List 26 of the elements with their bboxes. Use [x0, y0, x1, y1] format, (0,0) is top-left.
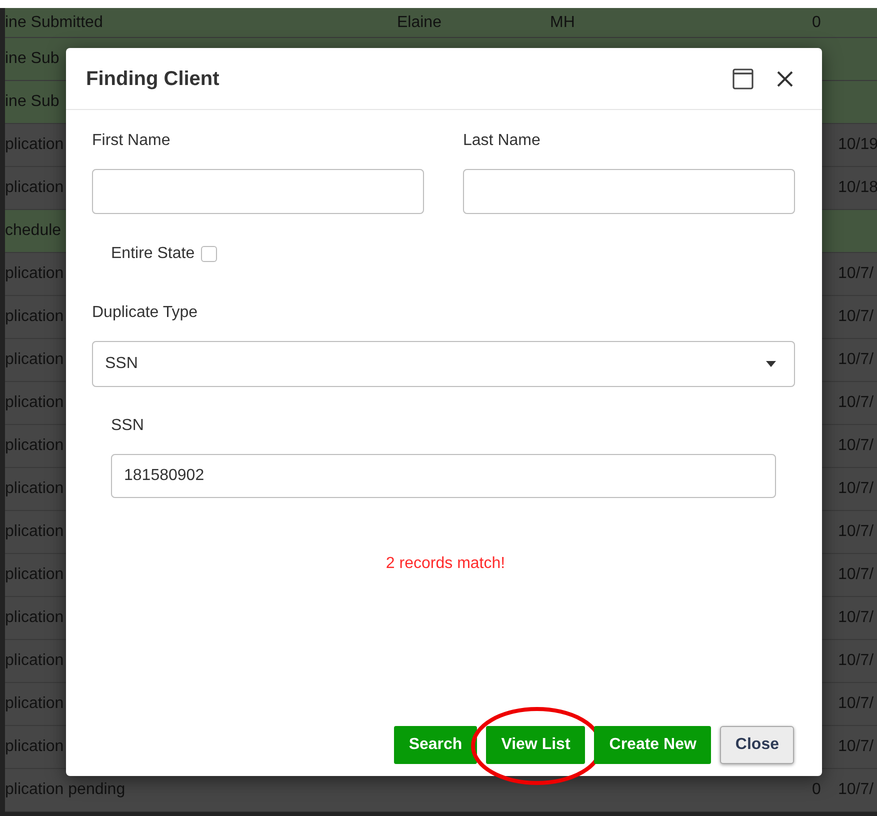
last-name-field[interactable]: [463, 169, 795, 214]
table-cell: ine Sub: [5, 50, 60, 67]
checkbox-label: Entire State: [111, 244, 195, 264]
action-button[interactable]: Search: [394, 726, 478, 764]
maximize-icon[interactable]: [732, 68, 754, 90]
table-cell: ine Submitted: [5, 14, 103, 30]
table-cell: MH: [550, 14, 575, 30]
entire-state-checkbox[interactable]: [200, 246, 217, 262]
action-button[interactable]: View List: [486, 726, 586, 764]
close-icon[interactable]: [776, 70, 794, 88]
duplicate-type-select[interactable]: SSN: [92, 341, 795, 387]
field-label: SSN: [111, 416, 145, 436]
dialog-title: Finding Client: [86, 66, 220, 92]
table-cell: chedule: [5, 222, 62, 239]
table-cell: 0: [812, 14, 821, 30]
caret-icon: [766, 361, 776, 367]
field-label: Last Name: [463, 131, 542, 151]
first-name-field[interactable]: [92, 169, 424, 214]
field-label: Duplicate Type: [92, 303, 199, 323]
ssn-field[interactable]: 181580902: [111, 454, 776, 498]
table-cell: ine Sub: [5, 93, 60, 110]
match-message: 2 records match!: [386, 554, 506, 574]
action-button[interactable]: Create New: [594, 726, 712, 764]
close-button[interactable]: Close: [720, 726, 794, 764]
table-cell: Elaine: [397, 14, 442, 30]
field-label: First Name: [92, 131, 172, 151]
